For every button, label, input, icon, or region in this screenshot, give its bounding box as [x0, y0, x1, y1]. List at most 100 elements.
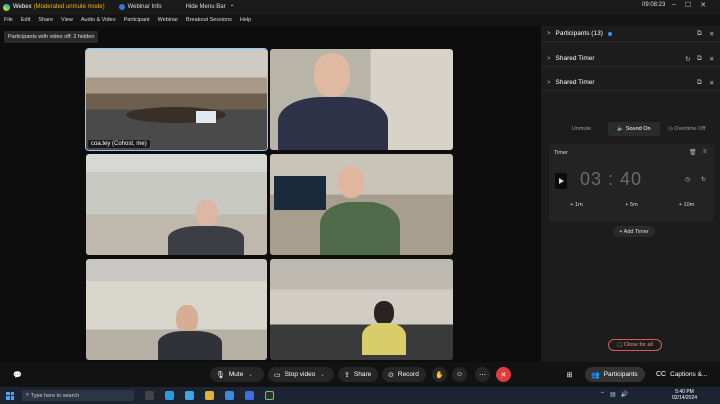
sound-on-toggle[interactable]: 🔈 Sound On	[607, 122, 661, 136]
camera-icon: ▭	[274, 371, 281, 379]
add-1m-button[interactable]: + 1m	[549, 202, 604, 208]
chevron-up-icon[interactable]: ⌃	[600, 391, 605, 398]
video-tile-conference-room[interactable]: coa.tey (Cohost, me)	[85, 48, 268, 151]
close-section-icon[interactable]: ✕	[709, 55, 714, 63]
chevron-right-icon: >	[547, 55, 551, 62]
file-explorer-icon[interactable]	[205, 391, 214, 400]
participants-section-header[interactable]: > Participants (13) ⧉ ✕	[541, 26, 720, 42]
menu-audio-video[interactable]: Audio & Video	[81, 17, 116, 23]
menu-bar: File Edit Share View Audio & Video Parti…	[0, 14, 720, 26]
webinar-info-button[interactable]: Webinar Info	[128, 4, 162, 10]
add-10m-button[interactable]: + 10m	[659, 202, 714, 208]
shared-timer-header[interactable]: > Shared Timer ⧉ ✕	[541, 75, 720, 91]
close-button[interactable]: ✕	[700, 1, 706, 9]
meeting-clock: 09:08:23	[642, 2, 666, 8]
hidden-video-notice[interactable]: Participants with video off: 2 hidden	[4, 31, 99, 43]
reset-icon[interactable]: ↻	[701, 176, 706, 183]
timer-options: Unmute 🔈 Sound On ◷ Overtime Off	[555, 122, 713, 136]
video-tile-participant-5[interactable]	[86, 259, 267, 360]
minimize-button[interactable]: –	[672, 1, 676, 9]
menu-participant[interactable]: Participant	[124, 17, 150, 23]
record-button[interactable]: ⊙ Record	[382, 367, 426, 382]
raise-hand-icon[interactable]: ✋	[432, 367, 447, 382]
task-view-icon[interactable]	[145, 391, 154, 400]
face	[314, 53, 350, 97]
side-panel: > Participants (13) ⧉ ✕ > Shared Timer ↻…	[541, 26, 720, 362]
stop-video-button[interactable]: ▭ Stop video ⌄	[268, 367, 334, 382]
menu-file[interactable]: File	[4, 17, 13, 23]
captions-button[interactable]: CC Captions &...	[650, 367, 716, 382]
participants-title: Participants	[555, 30, 590, 37]
face	[338, 166, 364, 198]
chevron-up-icon[interactable]: ⌃	[230, 4, 235, 11]
add-5m-button[interactable]: + 5m	[604, 202, 659, 208]
webex-logo-icon	[3, 3, 10, 11]
menu-view[interactable]: View	[61, 17, 73, 23]
notification-dot-icon	[607, 31, 612, 36]
menu-icon[interactable]: ≡	[703, 149, 707, 155]
more-options-icon[interactable]: ⋯	[475, 367, 490, 382]
hide-menu-bar-button[interactable]: Hide Menu Bar	[186, 4, 226, 10]
menu-share[interactable]: Share	[38, 17, 53, 23]
apps-icon[interactable]: ⊞	[562, 367, 577, 382]
close-section-icon[interactable]: ✕	[709, 30, 714, 38]
chat-icon[interactable]: 💬	[10, 367, 25, 382]
network-icon[interactable]: ▤	[610, 391, 616, 398]
video-tile-participant-2[interactable]	[270, 49, 453, 150]
shared-timer-title: Shared Timer	[555, 79, 595, 86]
close-for-all-button[interactable]: ▢ Close for all	[608, 339, 662, 351]
pop-out-icon[interactable]: ⧉	[697, 30, 702, 38]
menu-edit[interactable]: Edit	[21, 17, 30, 23]
wall-monitor	[274, 176, 326, 210]
tile-name-label: coa.tey (Cohost, me)	[88, 140, 150, 148]
delete-icon[interactable]: 🗑	[689, 149, 697, 156]
timer-label: Timer	[554, 150, 568, 156]
green-shirt	[320, 202, 400, 255]
unmute-toggle[interactable]: Unmute	[555, 122, 608, 136]
conference-room-video	[86, 49, 267, 150]
edge-beta-icon[interactable]	[185, 391, 194, 400]
add-timer-button[interactable]: + Add Timer	[613, 226, 655, 237]
moderated-mode-label: (Moderated unmute mode)	[33, 4, 105, 10]
chevron-down-icon: >	[547, 79, 551, 86]
taskbar-clock[interactable]: 5:40 PM 02/14/2024	[672, 389, 697, 401]
chevron-down-icon[interactable]: ⌄	[248, 372, 252, 378]
edge-browser-icon[interactable]	[165, 391, 174, 400]
chevron-down-icon[interactable]: ⌄	[320, 372, 324, 378]
pop-out-icon[interactable]: ⧉	[697, 79, 702, 87]
yellow-shirt	[362, 323, 406, 355]
edit-timer-icon[interactable]: ◷	[685, 176, 690, 183]
pop-out-icon[interactable]: ⧉	[697, 55, 702, 63]
info-icon	[118, 4, 125, 10]
mute-button[interactable]: 🎙 Mute ⌄	[210, 367, 264, 382]
taskbar-search-input[interactable]: ⌕ Type here to search	[22, 390, 134, 401]
menu-help[interactable]: Help	[240, 17, 251, 23]
suit	[168, 226, 244, 255]
app-title: Webex	[13, 4, 32, 10]
share-button[interactable]: ⇪ Share	[338, 367, 378, 382]
quick-add-buttons: + 1m + 5m + 10m	[549, 202, 714, 208]
video-tile-participant-6[interactable]	[270, 259, 453, 360]
record-icon: ⊙	[388, 371, 394, 379]
video-tile-participant-4[interactable]	[270, 154, 453, 255]
video-tile-participant-3[interactable]	[86, 154, 267, 255]
webex-taskbar-icon[interactable]	[265, 391, 274, 400]
refresh-icon[interactable]: ↻	[685, 55, 690, 63]
menu-breakout-sessions[interactable]: Breakout Sessions	[186, 17, 232, 23]
maximize-button[interactable]: ☐	[685, 1, 691, 9]
leave-meeting-button[interactable]: ✕	[496, 367, 511, 382]
shared-timer-title: Shared Timer	[555, 55, 595, 62]
meeting-controls: 💬 🎙 Mute ⌄ ▭ Stop video ⌄ ⇪ Share ⊙ Record ✋ ☺…	[0, 362, 720, 387]
shared-timer-collapsed-header[interactable]: > Shared Timer ↻ ⧉ ✕	[541, 51, 720, 67]
windows-start-icon[interactable]	[6, 391, 14, 400]
play-button[interactable]	[555, 173, 567, 189]
participants-button[interactable]: 👥 Participants	[585, 367, 645, 382]
menu-webinar[interactable]: Webinar	[158, 17, 178, 23]
timer-card: Timer 🗑 ≡ 03 : 40 ◷ ↻ + 1m + 5m + 10m	[549, 144, 714, 222]
volume-icon[interactable]: 🔊	[621, 391, 628, 398]
mail-icon[interactable]	[225, 391, 234, 400]
close-section-icon[interactable]: ✕	[709, 79, 714, 87]
reactions-icon[interactable]: ☺	[452, 367, 467, 382]
overtime-toggle[interactable]: ◷ Overtime Off	[660, 122, 713, 136]
outlook-icon[interactable]	[245, 391, 254, 400]
